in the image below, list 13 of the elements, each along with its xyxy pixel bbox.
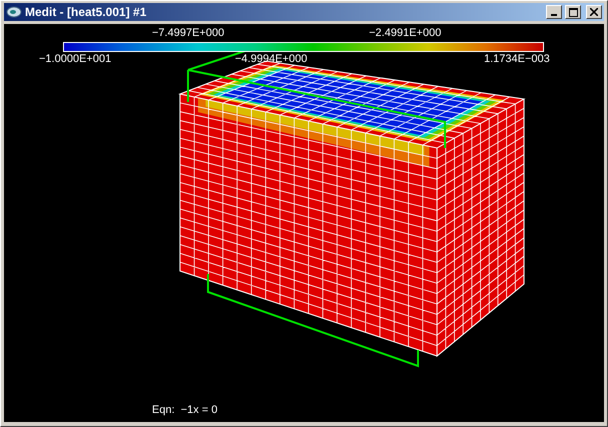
maximize-button[interactable] — [565, 5, 581, 19]
close-button[interactable] — [586, 5, 602, 19]
scale-label: −7.4997E+000 — [152, 27, 224, 39]
close-icon — [590, 8, 598, 16]
equation-text: Eqn: −1x = 0 — [152, 404, 218, 416]
scale-label: −2.4991E+000 — [369, 27, 442, 39]
scale-label: 1.1734E−003 — [484, 53, 550, 65]
app-icon — [6, 6, 22, 18]
scale-label: −4.9994E+000 — [235, 53, 308, 65]
scale-label: −1.0000E+001 — [39, 53, 112, 65]
window-title: Medit - [heat5.001] #1 — [25, 5, 148, 19]
maximize-icon — [568, 8, 578, 16]
minimize-button[interactable] — [546, 5, 562, 19]
